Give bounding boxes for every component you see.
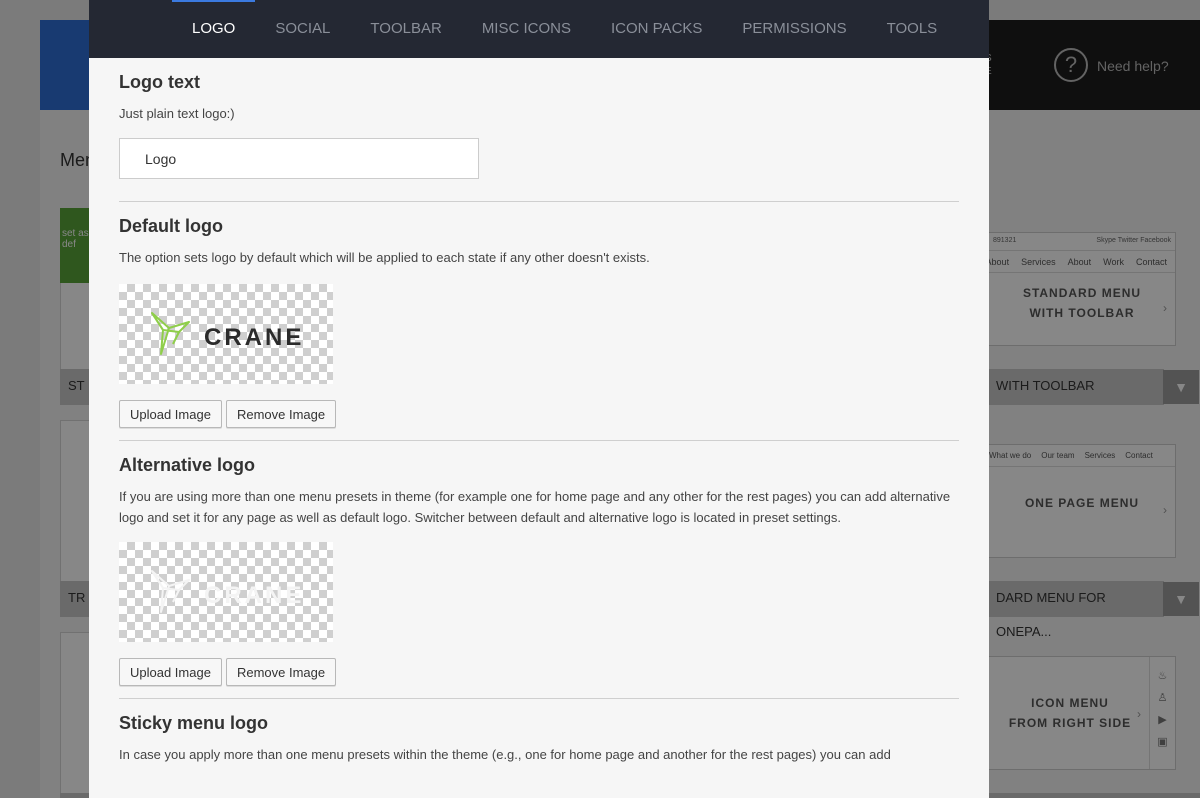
section-divider: [119, 698, 959, 699]
section-divider: [119, 201, 959, 202]
section-description: If you are using more than one menu pres…: [119, 489, 951, 525]
remove-image-button[interactable]: Remove Image: [225, 400, 337, 428]
default-logo-preview: CRANE: [119, 284, 333, 384]
section-description: In case you apply more than one menu pre…: [119, 747, 891, 762]
upload-image-button[interactable]: Upload Image: [119, 400, 222, 428]
section-title: Sticky menu logo: [119, 713, 269, 733]
alternative-logo-section: Alternative logo If you are using more t…: [119, 455, 959, 686]
sticky-logo-section: Sticky menu logo In case you apply more …: [119, 713, 959, 765]
crane-bird-icon: [151, 312, 190, 355]
logo-wordmark: CRANE: [204, 324, 305, 351]
tab-logo[interactable]: LOGO: [172, 0, 256, 58]
section-description: Just plain text logo:): [119, 106, 235, 121]
logo-text-input[interactable]: [119, 138, 479, 179]
section-title: Default logo: [119, 216, 223, 236]
tab-permissions[interactable]: PERMISSIONS: [722, 0, 866, 58]
button-row: Upload Image Remove Image: [119, 658, 959, 686]
upload-image-button[interactable]: Upload Image: [119, 658, 222, 686]
tab-icon-packs[interactable]: ICON PACKS: [591, 0, 722, 58]
tab-toolbar[interactable]: TOOLBAR: [350, 0, 461, 58]
tab-social[interactable]: SOCIAL: [255, 0, 350, 58]
modal-content: Logo text Just plain text logo:) Default…: [89, 58, 989, 765]
tab-tools[interactable]: TOOLS: [867, 0, 958, 58]
crane-bird-icon: [151, 570, 190, 613]
tab-bar: LOGO SOCIAL TOOLBAR MISC ICONS ICON PACK…: [89, 0, 989, 58]
section-description: The option sets logo by default which wi…: [119, 250, 650, 265]
section-title: Alternative logo: [119, 455, 256, 475]
section-title: Logo text: [119, 72, 200, 92]
tab-misc-icons[interactable]: MISC ICONS: [462, 0, 591, 58]
alternative-logo-preview: CRANE: [119, 542, 333, 642]
section-divider: [119, 440, 959, 441]
logo-text-section: Logo text Just plain text logo:): [119, 72, 959, 179]
remove-image-button[interactable]: Remove Image: [225, 658, 337, 686]
logo-wordmark: CRANE: [204, 582, 305, 609]
button-row: Upload Image Remove Image: [119, 400, 959, 428]
settings-modal: LOGO SOCIAL TOOLBAR MISC ICONS ICON PACK…: [89, 0, 989, 798]
default-logo-section: Default logo The option sets logo by def…: [119, 216, 959, 428]
